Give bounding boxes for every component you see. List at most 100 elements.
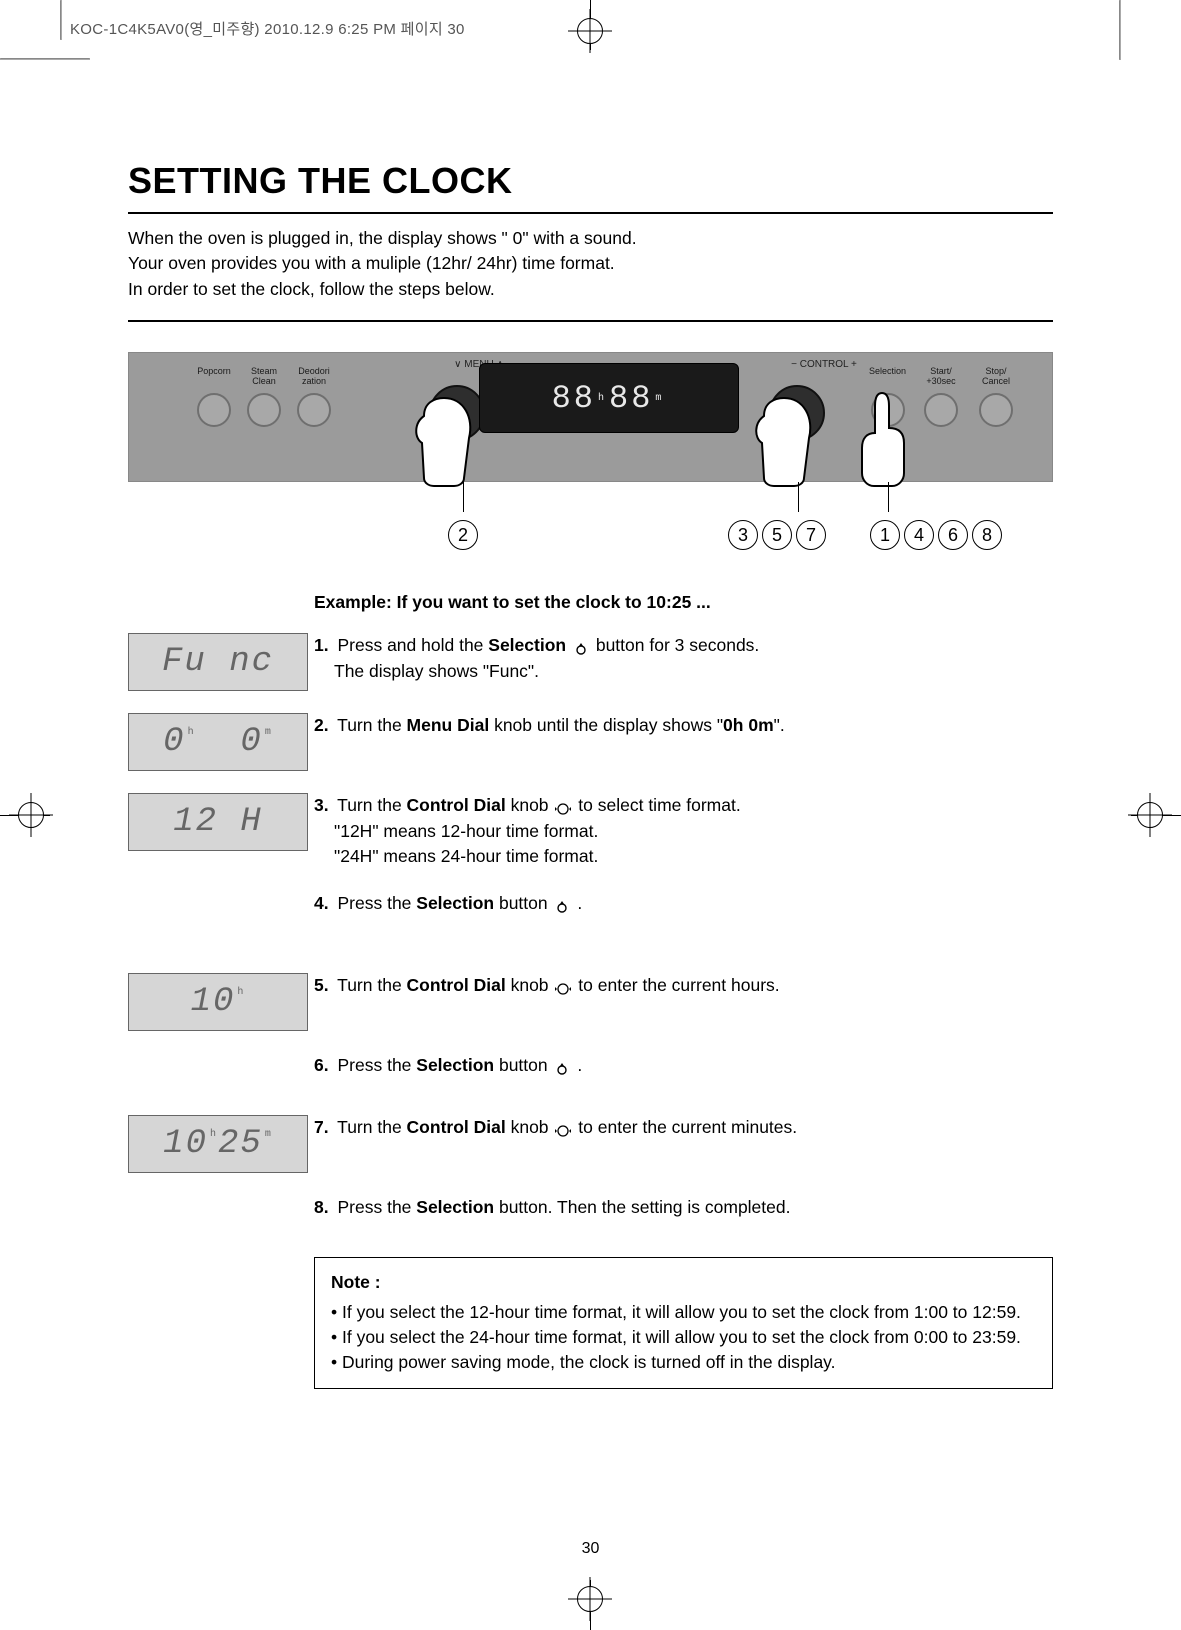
control-panel-figure: Popcorn Steam Clean Deodori zation ∨ MEN…: [128, 352, 1053, 562]
start-button-group: Start/ +30sec: [924, 367, 958, 427]
step-2: 0h 0m 2. Turn the Menu Dial knob until t…: [128, 713, 1053, 771]
button-label: Deodori zation: [297, 367, 331, 389]
text: to enter the current hours.: [578, 975, 779, 995]
selection-button-group: Selection: [869, 367, 906, 427]
text: knob until the display shows ": [489, 715, 723, 735]
lcd-10h: 10h: [128, 973, 308, 1031]
unit-h: h: [188, 727, 196, 738]
title-rule: [128, 212, 1053, 214]
callout-8: 8: [972, 520, 1002, 550]
note-bullet: • If you select the 24-hour time format,…: [331, 1327, 1021, 1347]
stop-cancel-button[interactable]: [979, 393, 1013, 427]
registration-mark-icon: [18, 802, 44, 828]
dial-icon: [555, 1121, 571, 1137]
trim-mark: [1119, 0, 1121, 60]
display-m-unit: m: [655, 393, 664, 404]
step-number: 6.: [314, 1055, 329, 1075]
callout-3: 3: [728, 520, 758, 550]
selection-button[interactable]: [871, 393, 905, 427]
lcd-value: 25: [218, 1125, 263, 1163]
page-title: SETTING THE CLOCK: [128, 160, 1053, 202]
digital-display: 88 h 88 m: [479, 363, 739, 433]
note-box: Note : • If you select the 12-hour time …: [314, 1257, 1053, 1389]
control-dial-knob[interactable]: [769, 385, 825, 441]
text: The display shows "Func".: [334, 661, 539, 681]
steam-clean-button[interactable]: [247, 393, 281, 427]
callout-leader: [463, 482, 464, 512]
step-number: 7.: [314, 1117, 329, 1137]
callout-4: 4: [904, 520, 934, 550]
note-bullet: • During power saving mode, the clock is…: [331, 1352, 836, 1372]
callout-1: 1: [870, 520, 900, 550]
text: .: [577, 893, 582, 913]
bold: Selection: [416, 1197, 494, 1217]
text: Turn the: [337, 795, 406, 815]
start-button[interactable]: [924, 393, 958, 427]
text: Turn the: [337, 715, 406, 735]
button-label: Popcorn: [197, 367, 231, 389]
deodorization-button[interactable]: [297, 393, 331, 427]
popcorn-button-group: Popcorn: [197, 367, 231, 427]
bold: Menu Dial: [407, 715, 490, 735]
step-text: 3. Turn the Control Dial knob to select …: [314, 793, 1053, 869]
button-label: Stop/ Cancel: [979, 367, 1013, 389]
text: Turn the: [337, 1117, 406, 1137]
text: Turn the: [337, 975, 406, 995]
button-label: Steam Clean: [247, 367, 281, 389]
text: to select time format.: [578, 795, 740, 815]
note-title: Note :: [331, 1270, 1036, 1295]
unit-h: h: [237, 987, 245, 998]
registration-mark-icon: [1137, 802, 1163, 828]
lcd-value: 0: [240, 723, 262, 761]
lcd-value: 0: [163, 723, 185, 761]
text: "24H" means 24-hour time format.: [334, 846, 598, 866]
step-text: 8. Press the Selection button. Then the …: [314, 1195, 1053, 1220]
registration-mark-icon: [577, 1586, 603, 1612]
example-heading: Example: If you want to set the clock to…: [314, 592, 1053, 613]
text: Press the: [337, 1055, 416, 1075]
callout-2: 2: [448, 520, 478, 550]
control-panel: Popcorn Steam Clean Deodori zation ∨ MEN…: [128, 352, 1053, 482]
bold: Control Dial: [407, 975, 506, 995]
print-header: KOC-1C4K5AV0(영_미주향) 2010.12.9 6:25 PM 페이…: [70, 18, 465, 39]
popcorn-button[interactable]: [197, 393, 231, 427]
dial-icon: [555, 799, 571, 815]
callout-6: 6: [938, 520, 968, 550]
text: button. Then the setting is completed.: [494, 1197, 790, 1217]
display-hours: 88: [552, 380, 596, 417]
text: button: [494, 1055, 552, 1075]
step-text: 4. Press the Selection button .: [314, 891, 1053, 916]
step-7: 10h 25m 7. Turn the Control Dial knob to…: [128, 1115, 1053, 1173]
bold: Selection: [416, 1055, 494, 1075]
text: .: [577, 1055, 582, 1075]
step-text: 5. Turn the Control Dial knob to enter t…: [314, 973, 1053, 998]
registration-mark-icon: [577, 18, 603, 44]
lcd-10h25m: 10h 25m: [128, 1115, 308, 1173]
steam-clean-button-group: Steam Clean: [247, 367, 281, 427]
display-h-unit: h: [598, 393, 607, 404]
text: to enter the current minutes.: [578, 1117, 797, 1137]
step-text: 6. Press the Selection button .: [314, 1053, 1053, 1078]
step-number: 3.: [314, 795, 329, 815]
note-bullet: • If you select the 12-hour time format,…: [331, 1302, 1021, 1322]
intro-line: In order to set the clock, follow the st…: [128, 279, 495, 299]
callout-5: 5: [762, 520, 792, 550]
intro-line: Your oven provides you with a muliple (1…: [128, 253, 615, 273]
menu-dial-knob[interactable]: [429, 385, 485, 441]
text: knob: [506, 795, 554, 815]
step-6: 6. Press the Selection button .: [128, 1053, 1053, 1093]
steps-list: Fu nc 1. Press and hold the Selection bu…: [128, 633, 1053, 1257]
page-content: SETTING THE CLOCK When the oven is plugg…: [128, 160, 1053, 1389]
text: Press the: [337, 893, 416, 913]
trim-mark: [0, 58, 90, 60]
control-dial-label: − CONTROL +: [779, 359, 869, 370]
selection-icon: [554, 897, 570, 913]
step-number: 1.: [314, 635, 329, 655]
section-rule: [128, 320, 1053, 322]
bold: Control Dial: [407, 795, 506, 815]
step-8: 8. Press the Selection button. Then the …: [128, 1195, 1053, 1235]
text: "12H" means 12-hour time format.: [334, 821, 598, 841]
lcd-12h: 12 H: [128, 793, 308, 851]
step-number: 8.: [314, 1197, 329, 1217]
callout-7: 7: [796, 520, 826, 550]
